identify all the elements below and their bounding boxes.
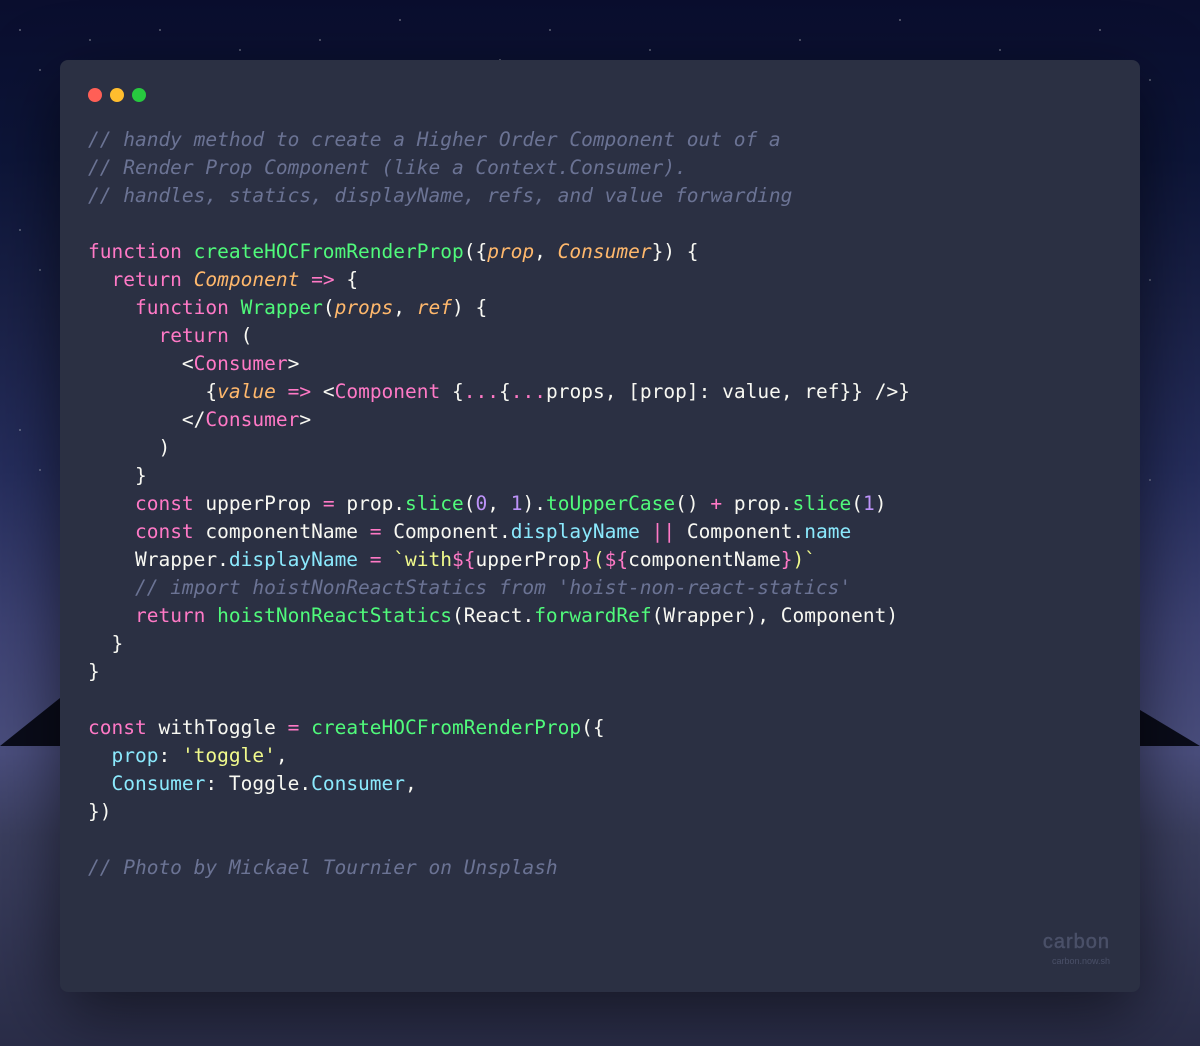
param: ref (417, 296, 452, 319)
property: displayName (229, 548, 358, 571)
comment-line: // Photo by Mickael Tournier on Unsplash (88, 856, 558, 879)
method: slice (405, 492, 464, 515)
function-name: hoistNonReactStatics (217, 604, 452, 627)
window-controls (88, 88, 1112, 102)
watermark-title: carbon (1043, 931, 1110, 954)
param: Consumer (558, 240, 652, 263)
property-key: prop (111, 744, 158, 767)
comment-line: // handy method to create a Higher Order… (88, 128, 781, 151)
param: value (217, 380, 276, 403)
function-name: createHOCFromRenderProp (311, 716, 581, 739)
jsx-tag: Consumer (205, 408, 299, 431)
property: Consumer (311, 772, 405, 795)
code-window: // handy method to create a Higher Order… (60, 60, 1140, 992)
jsx-tag: Component (335, 380, 441, 403)
keyword: return (135, 604, 205, 627)
code-block: // handy method to create a Higher Order… (88, 126, 1112, 882)
param: props (335, 296, 394, 319)
property: name (804, 520, 851, 543)
method: toUpperCase (546, 492, 675, 515)
param: Component (194, 268, 300, 291)
keyword: return (111, 268, 181, 291)
function-name: createHOCFromRenderProp (194, 240, 464, 263)
property-key: Consumer (111, 772, 205, 795)
keyword: const (135, 520, 194, 543)
string: 'toggle' (182, 744, 276, 767)
string: `with (393, 548, 452, 571)
identifier: componentName (205, 520, 358, 543)
method: forwardRef (534, 604, 651, 627)
jsx-tag: Consumer (194, 352, 288, 375)
keyword: const (135, 492, 194, 515)
watermark: carbon carbon.now.sh (1043, 931, 1110, 966)
keyword: function (88, 240, 182, 263)
function-name: Wrapper (241, 296, 323, 319)
comment-line: // handles, statics, displayName, refs, … (88, 184, 792, 207)
keyword: function (135, 296, 229, 319)
comment-line: // Render Prop Component (like a Context… (88, 156, 687, 179)
comment-line: // import hoistNonReactStatics from 'hoi… (135, 576, 851, 599)
method: slice (793, 492, 852, 515)
identifier: upperProp (205, 492, 311, 515)
number: 1 (863, 492, 875, 515)
maximize-icon[interactable] (132, 88, 146, 102)
number: 1 (511, 492, 523, 515)
watermark-subtitle: carbon.now.sh (1043, 956, 1110, 966)
property: displayName (511, 520, 640, 543)
keyword: return (158, 324, 228, 347)
minimize-icon[interactable] (110, 88, 124, 102)
number: 0 (476, 492, 488, 515)
close-icon[interactable] (88, 88, 102, 102)
param: prop (487, 240, 534, 263)
identifier: withToggle (158, 716, 275, 739)
keyword: const (88, 716, 147, 739)
